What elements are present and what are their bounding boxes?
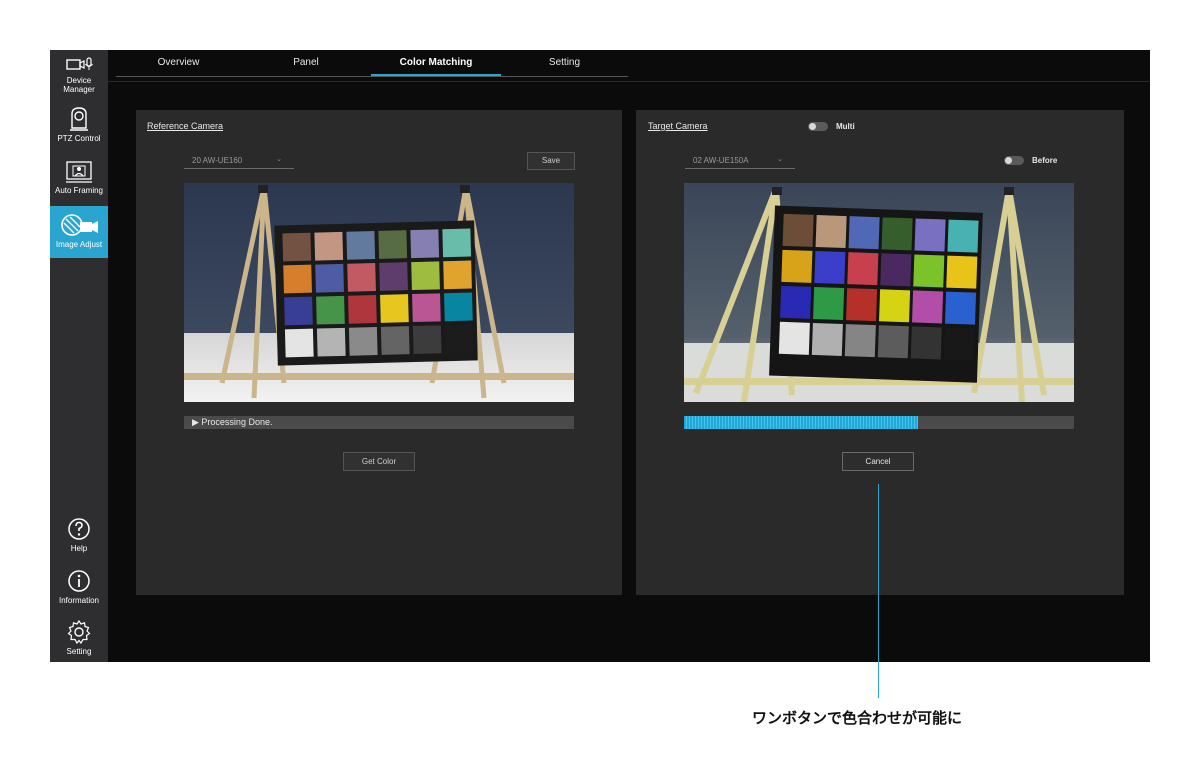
- progress-fill: [684, 416, 918, 429]
- sidebar-item-label: Help: [70, 544, 88, 553]
- toggle-knob: [809, 123, 816, 130]
- gear-icon: [67, 619, 91, 645]
- target-camera-image: [684, 183, 1074, 402]
- reference-camera-select-value: 20 AW-UE160: [192, 156, 243, 165]
- target-camera-select-value: 02 AW-UE150A: [693, 156, 749, 165]
- sidebar-item-label: Setting: [66, 647, 92, 656]
- sidebar-item-label: Device Manager: [63, 76, 95, 94]
- divider: [108, 81, 1150, 82]
- ptz-camera-icon: [70, 107, 88, 131]
- processing-status-bar: ▶ Processing Done.: [184, 416, 574, 429]
- chevron-down-icon: ⌄: [276, 156, 282, 163]
- sidebar-item-help[interactable]: Help: [50, 516, 108, 556]
- before-toggle[interactable]: [1004, 156, 1024, 165]
- multi-label: Multi: [836, 122, 855, 131]
- reference-camera-panel: Reference Camera 20 AW-UE160 ⌄ Save ▶ Pr…: [136, 110, 622, 595]
- status-label: Processing Done.: [201, 417, 273, 427]
- status-text: ▶ Processing Done.: [192, 416, 272, 429]
- reference-camera-title: Reference Camera: [147, 121, 224, 131]
- target-camera-select[interactable]: 02 AW-UE150A ⌄: [685, 154, 795, 169]
- chevron-down-icon: ⌄: [777, 156, 783, 163]
- multi-toggle[interactable]: [808, 122, 828, 131]
- callout-line: [878, 484, 879, 698]
- app-window: Device Manager PTZ Control Auto Framing: [50, 50, 1150, 662]
- sidebar: Device Manager PTZ Control Auto Framing: [50, 50, 108, 662]
- callout-caption: ワンボタンで色合わせが可能に: [752, 709, 963, 727]
- sidebar-item-label: Information: [58, 596, 100, 605]
- help-icon: [68, 518, 90, 540]
- sidebar-item-label: PTZ Control: [57, 134, 101, 143]
- auto-framing-icon: [66, 161, 92, 183]
- sidebar-item-image-adjust[interactable]: Image Adjust: [50, 206, 108, 258]
- before-label: Before: [1032, 156, 1058, 165]
- cancel-button[interactable]: Cancel: [842, 452, 914, 471]
- reference-camera-image: [184, 183, 574, 402]
- target-camera-panel: Target Camera Multi 02 AW-UE150A ⌄ Befor…: [636, 110, 1124, 595]
- reference-camera-select[interactable]: 20 AW-UE160 ⌄: [184, 154, 294, 169]
- tab-panel[interactable]: Panel: [241, 50, 371, 76]
- sidebar-item-ptz-control[interactable]: PTZ Control: [50, 106, 108, 150]
- save-button[interactable]: Save: [527, 152, 575, 170]
- tab-bar: Overview Panel Color Matching Setting: [116, 50, 628, 77]
- target-camera-title: Target Camera: [648, 121, 708, 131]
- tab-overview[interactable]: Overview: [116, 50, 241, 76]
- sidebar-item-auto-framing[interactable]: Auto Framing: [50, 160, 108, 204]
- image-adjust-icon: [61, 214, 98, 236]
- play-icon: ▶: [192, 417, 202, 427]
- info-icon: [68, 570, 90, 592]
- sidebar-item-setting[interactable]: Setting: [50, 619, 108, 659]
- tab-color-matching[interactable]: Color Matching: [371, 50, 501, 76]
- sidebar-item-device-manager[interactable]: Device Manager: [50, 56, 108, 100]
- sidebar-item-label: Auto Framing: [54, 186, 104, 195]
- sidebar-item-label: Image Adjust: [55, 240, 103, 249]
- toggle-knob: [1005, 157, 1012, 164]
- sidebar-item-information[interactable]: Information: [50, 568, 108, 608]
- tab-setting[interactable]: Setting: [501, 50, 628, 76]
- get-color-button[interactable]: Get Color: [343, 452, 415, 471]
- device-manager-icon: [66, 57, 93, 70]
- color-matching-progress-bar: [684, 416, 1074, 429]
